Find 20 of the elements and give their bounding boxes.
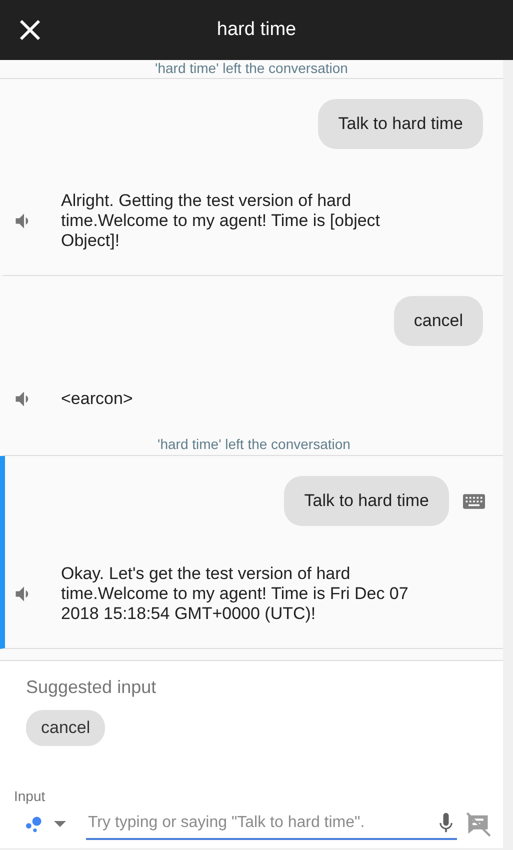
agent-message: <earcon> bbox=[61, 389, 134, 409]
suggestions-title: Suggested input bbox=[26, 677, 158, 698]
agent-message: Okay. Let's get the test version of hard time.Welcome to my agent! Time is Fri Dec 07 2018 15:18:54 GMT+0000 (UTC)! bbox=[61, 564, 410, 624]
status-message: 'hard time' left the conversation bbox=[0, 60, 503, 79]
agent-message: Alright. Getting the test version of hard time.Welcome to my agent! Time is [object Object]! bbox=[61, 191, 382, 251]
close-icon[interactable] bbox=[18, 18, 42, 42]
status-message: 'hard time' left the conversation bbox=[156, 435, 352, 454]
conversation-turn[interactable]: Talk to hard time Okay. Let's get the test version of hard time.Welcome to my agent! Time is Fri Dec 07 2018 15:18:54 GMT+0000 (UTC)! bbox=[0, 456, 503, 649]
dropdown-caret-icon[interactable] bbox=[54, 821, 66, 827]
conversation-turn[interactable]: cancel <earcon> 'hard time' left the conversation bbox=[0, 276, 503, 456]
user-message: Talk to hard time bbox=[318, 99, 483, 149]
conversation-turn[interactable]: Talk to hard time Alright. Getting the test version of hard time.Welcome to my agent! Time is [object Object]! bbox=[0, 79, 503, 276]
suggestion-chip[interactable]: cancel bbox=[26, 710, 106, 746]
user-message: Talk to hard time bbox=[284, 476, 449, 526]
keyboard-icon bbox=[463, 494, 485, 508]
message-off-icon[interactable] bbox=[465, 811, 491, 837]
input-label: Input bbox=[14, 788, 46, 804]
user-message: cancel bbox=[394, 296, 483, 346]
header-title: hard time bbox=[216, 19, 296, 41]
input-field[interactable]: Try typing or saying "Talk to hard time". bbox=[86, 808, 457, 840]
